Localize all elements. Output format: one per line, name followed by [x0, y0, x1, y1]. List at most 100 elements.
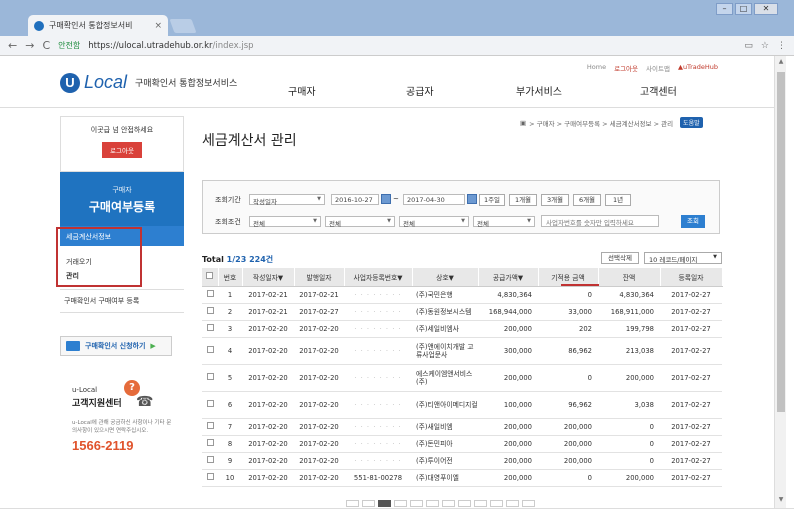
- row-checkbox[interactable]: [202, 435, 218, 453]
- browser-tab[interactable]: 구매확인서 통합정보서비 ×: [28, 15, 168, 36]
- back-icon[interactable]: ←: [8, 39, 17, 52]
- row-company: (주)대영푸이엘: [412, 469, 478, 487]
- period-type-select[interactable]: 작성일자 ▼: [249, 194, 325, 206]
- col-supply-amount[interactable]: 공급가액▼: [478, 268, 539, 287]
- row-checkbox[interactable]: [202, 364, 218, 392]
- close-window-button[interactable]: ✕: [754, 3, 778, 15]
- table-row[interactable]: 4 2017-02-20 2017-02-20 · · · · · · · · (주)앤…: [202, 337, 722, 365]
- select-all-checkbox[interactable]: [202, 268, 219, 287]
- search-button[interactable]: 조회: [681, 215, 705, 228]
- tab-close-icon[interactable]: ×: [154, 21, 162, 31]
- page-button[interactable]: [522, 500, 535, 507]
- page-button[interactable]: [506, 500, 519, 507]
- row-no: 3: [218, 320, 242, 338]
- table-row[interactable]: 8 2017-02-20 2017-02-20 · · · · · · · · (주)돈…: [202, 435, 722, 453]
- util-logout-link[interactable]: 로그아웃: [614, 63, 638, 73]
- period-1week-button[interactable]: 1주일: [479, 194, 505, 206]
- page-button[interactable]: [442, 500, 455, 507]
- condition-select-3[interactable]: 전체 ▼: [399, 216, 469, 228]
- table-row[interactable]: 6 2017-02-20 2017-02-20 · · · · · · · · (주)티…: [202, 391, 722, 419]
- table-row[interactable]: 9 2017-02-20 2017-02-20 · · · · · · · · (주)투…: [202, 452, 722, 470]
- nav-supplier[interactable]: 공급자: [406, 83, 434, 98]
- util-sitemap-link[interactable]: 사이트맵: [646, 63, 670, 73]
- help-button[interactable]: 도움말: [680, 117, 703, 128]
- cast-icon[interactable]: ▭: [744, 41, 753, 51]
- period-6month-button[interactable]: 6개월: [573, 194, 601, 206]
- page-button-current[interactable]: [378, 500, 391, 507]
- apply-certificate-button[interactable]: 구매확인서 신청하기 ▶: [60, 336, 172, 356]
- menu-icon[interactable]: ⋮: [777, 41, 786, 51]
- scroll-thumb[interactable]: [777, 72, 785, 412]
- util-home-link[interactable]: Home: [587, 63, 606, 73]
- condition-select-4[interactable]: 전체 ▼: [473, 216, 535, 228]
- page-button[interactable]: [410, 500, 423, 507]
- checkbox-icon: [206, 473, 214, 480]
- nav-value-added[interactable]: 부가서비스: [516, 83, 562, 98]
- row-checkbox[interactable]: [202, 418, 218, 436]
- table-row[interactable]: 1 2017-02-21 2017-02-21 · · · · · · · · (주)국…: [202, 286, 722, 304]
- page-button[interactable]: [458, 500, 471, 507]
- new-tab-button[interactable]: [169, 19, 197, 33]
- table-row[interactable]: 3 2017-02-20 2017-02-20 · · · · · · · · (주)세…: [202, 320, 722, 338]
- row-balance: 200,000: [598, 469, 660, 487]
- scroll-down-icon[interactable]: ▼: [775, 496, 787, 506]
- reload-icon[interactable]: C: [42, 39, 50, 52]
- keyword-input[interactable]: 사업자번호를 숫자만 입력하세요: [541, 215, 659, 227]
- row-checkbox[interactable]: [202, 303, 218, 321]
- col-written-date[interactable]: 작성일자▼: [242, 268, 295, 287]
- row-checkbox[interactable]: [202, 469, 218, 487]
- period-3month-button[interactable]: 3개월: [541, 194, 569, 206]
- forward-icon[interactable]: →: [25, 39, 34, 52]
- date-to-input[interactable]: 2017-04-30: [403, 194, 465, 205]
- site-logo[interactable]: U Local 구매확인서 통합정보서비스: [60, 72, 237, 93]
- checkbox-icon: [206, 439, 214, 446]
- row-supply-amount: 100,000: [478, 391, 538, 419]
- col-biz-number[interactable]: 사업자등록번호▼: [344, 268, 413, 287]
- page-button[interactable]: [490, 500, 503, 507]
- row-checkbox[interactable]: [202, 320, 218, 338]
- row-written-date: 2017-02-20: [242, 469, 294, 487]
- url-field[interactable]: https://ulocal.utradehub.or.kr/index.jsp: [88, 41, 253, 51]
- condition-select-1[interactable]: 전체 ▼: [249, 216, 321, 228]
- row-issue-date: 2017-02-21: [294, 286, 344, 304]
- row-checkbox[interactable]: [202, 452, 218, 470]
- page-button[interactable]: [362, 500, 375, 507]
- nav-buyer[interactable]: 구매자: [288, 83, 316, 98]
- table-row[interactable]: 10 2017-02-20 2017-02-20 551-81-00278 (주)대영푸…: [202, 469, 722, 487]
- home-icon[interactable]: ▣: [520, 119, 526, 127]
- row-applied-amount: 33,000: [538, 303, 598, 321]
- sidebar-item-purchase-register[interactable]: 구매확인서 구매여부 등록: [64, 296, 139, 306]
- page-button[interactable]: [346, 500, 359, 507]
- col-company[interactable]: 상호▼: [412, 268, 479, 287]
- calendar-icon[interactable]: [467, 194, 477, 204]
- row-checkbox[interactable]: [202, 391, 218, 419]
- col-issue-date: 발행일자: [294, 268, 345, 287]
- util-utradehub-link[interactable]: ▲uTradeHub: [678, 63, 718, 73]
- row-checkbox[interactable]: [202, 286, 218, 304]
- table-row[interactable]: 2 2017-02-21 2017-02-27 · · · · · · · · (주)동…: [202, 303, 722, 321]
- page-button[interactable]: [426, 500, 439, 507]
- date-from-input[interactable]: 2016-10-27: [331, 194, 379, 205]
- delete-selected-button[interactable]: 선택삭제: [601, 252, 639, 264]
- scroll-up-icon[interactable]: ▲: [775, 58, 787, 68]
- logout-button[interactable]: 로그아웃: [102, 142, 142, 158]
- period-1month-button[interactable]: 1개월: [509, 194, 537, 206]
- condition-select-2[interactable]: 전체 ▼: [325, 216, 395, 228]
- page-scrollbar[interactable]: ▲ ▼: [774, 56, 786, 508]
- checkbox-icon: [206, 456, 214, 463]
- table-row[interactable]: 5 2017-02-20 2017-02-20 · · · · · · · · 에스케이…: [202, 364, 722, 392]
- star-icon[interactable]: ☆: [761, 41, 769, 51]
- maximize-button[interactable]: □: [735, 3, 752, 15]
- table-row[interactable]: 7 2017-02-20 2017-02-20 · · · · · · · · (주)새…: [202, 418, 722, 436]
- calendar-icon[interactable]: [381, 194, 391, 204]
- period-1year-button[interactable]: 1년: [605, 194, 631, 206]
- row-company: (주)새일비엠: [412, 418, 478, 436]
- row-issue-date: 2017-02-20: [294, 364, 344, 392]
- nav-customer-center[interactable]: 고객센터: [640, 83, 677, 98]
- page-button[interactable]: [394, 500, 407, 507]
- secure-label[interactable]: 안전함: [58, 40, 80, 51]
- per-page-select[interactable]: 10 레코드/페이지 ▼: [644, 252, 722, 264]
- page-button[interactable]: [474, 500, 487, 507]
- row-checkbox[interactable]: [202, 337, 218, 365]
- minimize-button[interactable]: –: [716, 3, 733, 15]
